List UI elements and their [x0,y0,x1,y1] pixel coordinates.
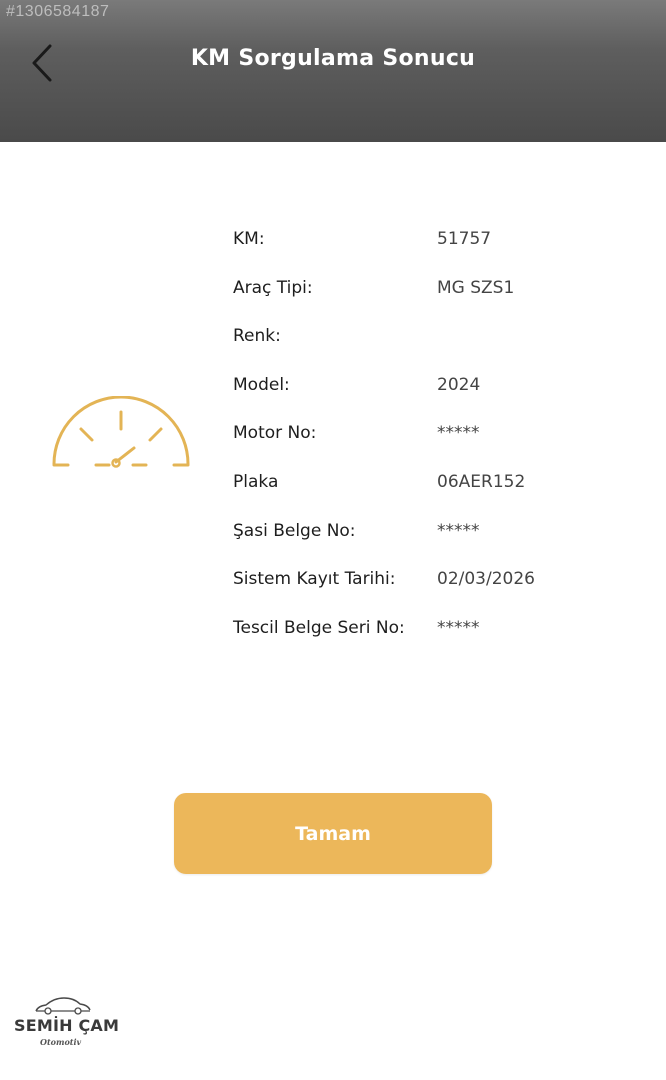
row-registration-serial-no: Tescil Belge Seri No: ***** [233,613,633,662]
label-color: Renk: [233,326,281,347]
row-km: KM: 51757 [233,224,633,273]
label-model: Model: [233,374,290,395]
app-header: #1306584187 KM Sorgulama Sonucu [0,0,666,142]
label-plate: Plaka [233,471,279,492]
row-system-record-date: Sistem Kayıt Tarihi: 02/03/2026 [233,564,633,613]
value-registration-serial-no: ***** [437,617,480,638]
value-chassis-doc-no: ***** [437,520,480,541]
speedometer-icon [52,396,190,468]
label-chassis-doc-no: Şasi Belge No: [233,520,356,541]
value-system-record-date: 02/03/2026 [437,569,535,590]
label-vehicle-type: Araç Tipi: [233,277,313,298]
value-plate: 06AER152 [437,471,526,492]
row-color: Renk: [233,321,633,370]
label-km: KM: [233,229,265,249]
result-details-list: KM: 51757 Araç Tipi: MG SZS1 Renk: Model… [233,224,633,661]
car-icon [35,997,91,1015]
label-system-record-date: Sistem Kayıt Tarihi: [233,569,396,590]
row-engine-no: Motor No: ***** [233,418,633,467]
brand-subtitle: Otomotiv [40,1037,82,1047]
value-km: 51757 [437,229,492,249]
page-title: KM Sorgulama Sonucu [190,46,476,71]
value-vehicle-type: MG SZS1 [437,277,515,298]
value-engine-no: ***** [437,423,480,444]
label-registration-serial-no: Tescil Belge Seri No: [233,617,405,638]
value-model: 2024 [437,374,481,395]
row-plate: Plaka 06AER152 [233,467,633,516]
row-chassis-doc-no: Şasi Belge No: ***** [233,516,633,565]
brand-name: SEMİH ÇAM [14,1016,120,1035]
watermark-id: #1306584187 [6,3,110,20]
ok-button[interactable]: Tamam [174,793,492,874]
row-vehicle-type: Araç Tipi: MG SZS1 [233,273,633,322]
row-model: Model: 2024 [233,370,633,419]
label-engine-no: Motor No: [233,423,317,444]
brand-logo: SEMİH ÇAM Otomotiv [12,996,119,1052]
